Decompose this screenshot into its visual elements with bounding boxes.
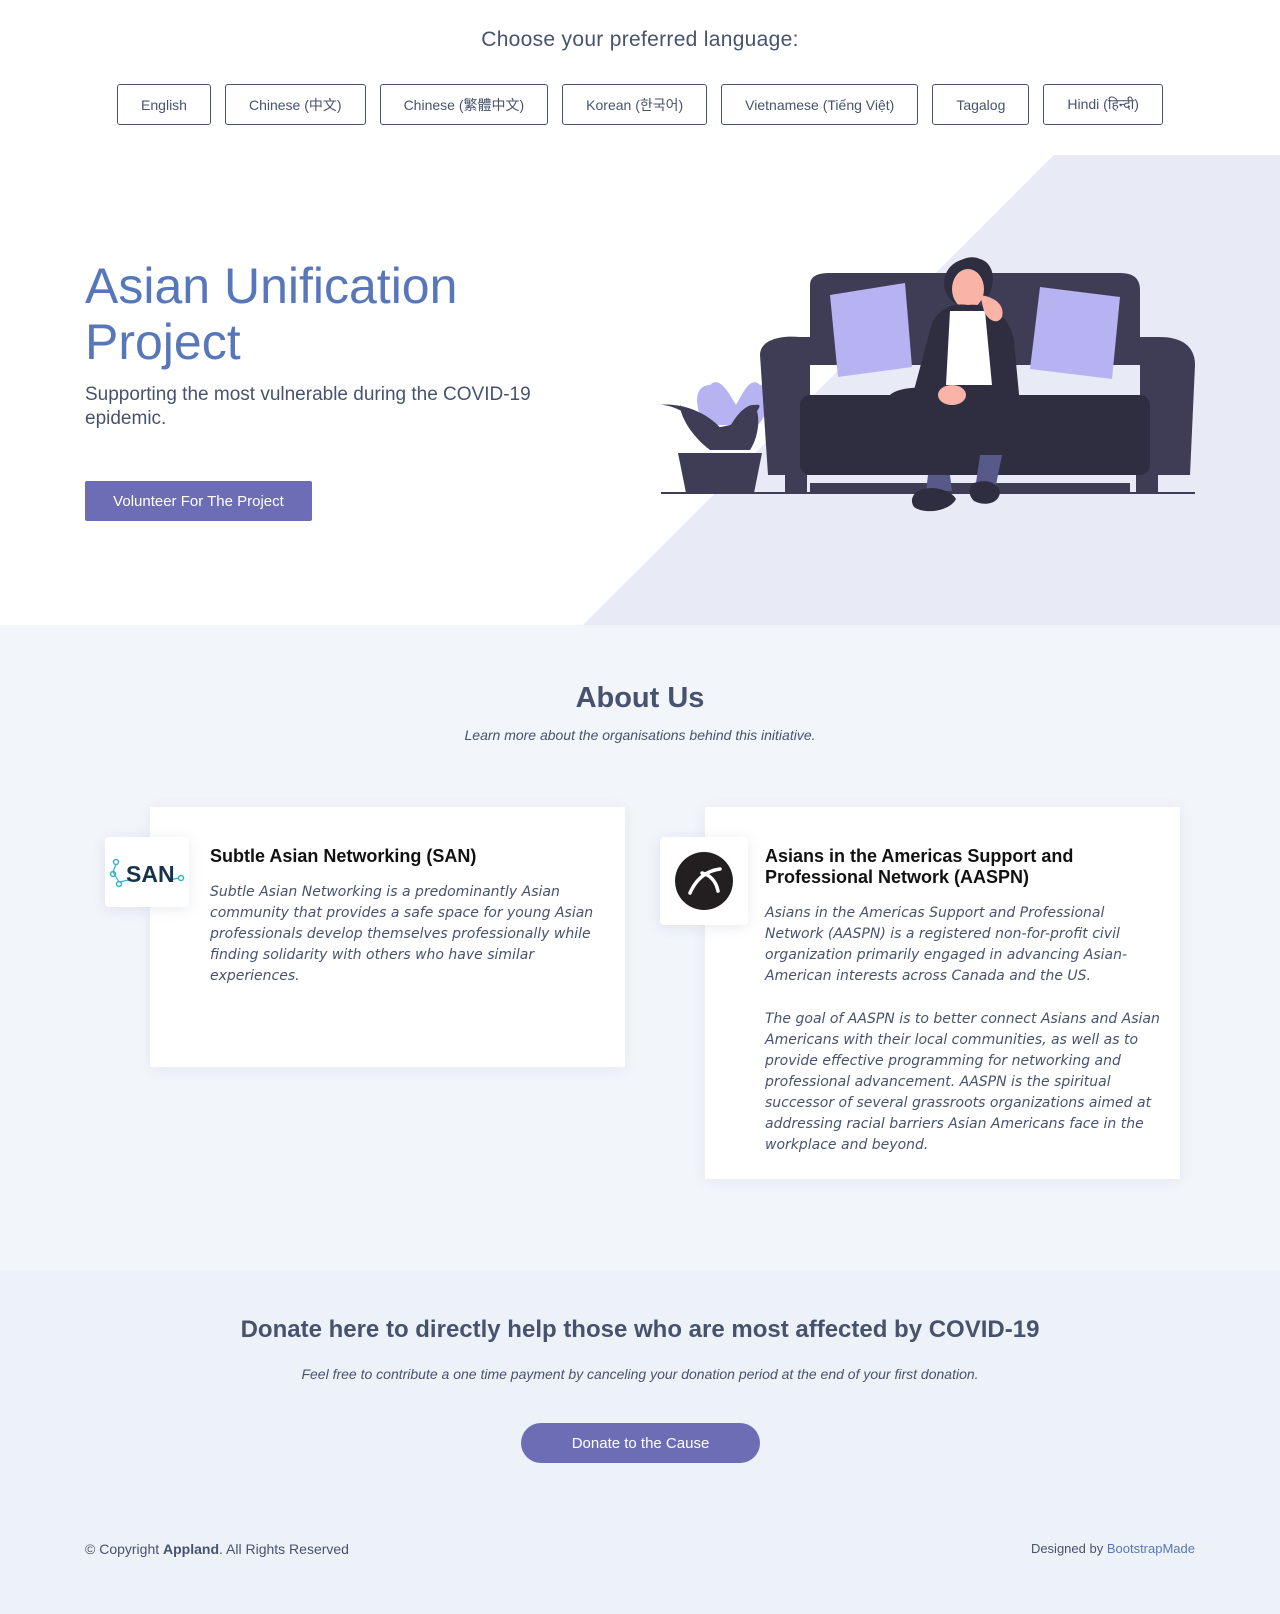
san-logo-mark-icon: SAN (109, 858, 185, 888)
about-title: About Us (575, 682, 705, 714)
language-button-vietnamese[interactable]: Vietnamese (Tiếng Việt) (721, 84, 919, 125)
volunteer-button[interactable]: Volunteer For The Project (85, 481, 312, 521)
language-button-hindi[interactable]: Hindi (हिन्दी) (1043, 84, 1163, 125)
donate-section: Donate here to directly help those who a… (0, 1270, 1280, 1614)
designed-by: Designed by BootstrapMade (1031, 1541, 1195, 1556)
san-card-title: Subtle Asian Networking (SAN) (210, 846, 477, 866)
language-button-chinese-traditional[interactable]: Chinese (繁體中文) (379, 84, 549, 125)
aaspn-logo-icon (660, 837, 748, 925)
couch-illustration-icon (657, 257, 1195, 512)
brand-name: Appland (163, 1541, 220, 1557)
aaspn-card-description-2: The goal of AASPN is to better connect A… (765, 1011, 1160, 1153)
aaspn-card-title: Asians in the Americas Support and Profe… (765, 846, 1074, 887)
donate-subtitle: Feel free to contribute a one time payme… (301, 1366, 979, 1382)
about-section: About Us Learn more about the organisati… (0, 625, 1280, 1270)
about-subtitle: Learn more about the organisations behin… (464, 727, 816, 743)
hero-subtitle: Supporting the most vulnerable during th… (85, 384, 531, 429)
language-selector: English Chinese (中文) Chinese (繁體中文) Kore… (0, 84, 1280, 125)
san-logo-text: SAN (126, 861, 175, 887)
language-button-korean[interactable]: Korean (한국어) (562, 84, 708, 125)
donate-button[interactable]: Donate to the Cause (521, 1423, 760, 1463)
copyright-text: © Copyright Appland. All Rights Reserved (85, 1541, 349, 1557)
designed-prefix: Designed by (1030, 1541, 1107, 1556)
plant-illustration-icon (657, 382, 770, 493)
language-prompt: Choose your preferred language: (481, 28, 799, 51)
bootstrapmade-link[interactable]: BootstrapMade (1107, 1541, 1195, 1556)
donate-title: Donate here to directly help those who a… (240, 1316, 1040, 1343)
language-button-chinese-simplified[interactable]: Chinese (中文) (224, 84, 366, 125)
hero-section: Asian Unification Project Supporting the… (0, 155, 1280, 625)
aaspn-card-description-1: Asians in the Americas Support and Profe… (765, 905, 1128, 984)
copyright-prefix: © Copyright (85, 1541, 164, 1557)
san-card-description: Subtle Asian Networking is a predominant… (210, 884, 594, 984)
language-button-english[interactable]: English (117, 84, 211, 125)
hero-title: Asian Unification Project (85, 258, 458, 370)
copyright-suffix: . All Rights Reserved (219, 1541, 349, 1557)
language-button-tagalog[interactable]: Tagalog (932, 84, 1030, 125)
aaspn-logo-mark-icon (675, 852, 733, 910)
san-logo-icon: SAN (105, 837, 189, 907)
